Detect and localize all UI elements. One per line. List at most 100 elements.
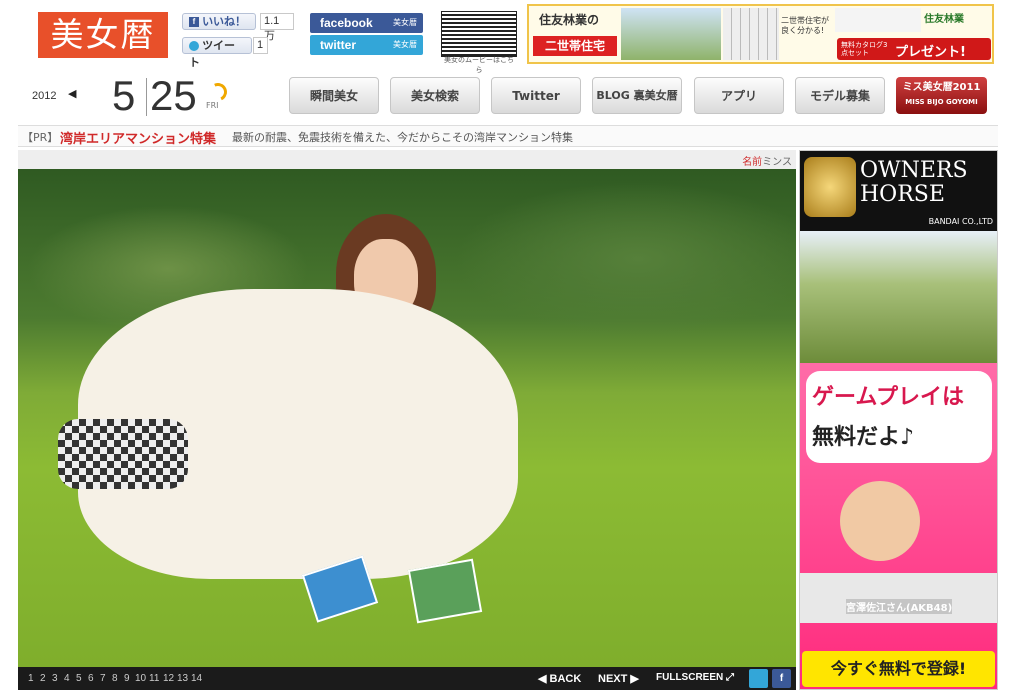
weekday-label: FRI [206,101,219,110]
like-button[interactable]: f いいね！ [182,13,256,30]
page-12[interactable]: 12 [163,673,174,684]
page-13[interactable]: 13 [177,673,188,684]
ad-house-image [621,8,721,60]
photo-skirt [58,419,188,489]
banner-catch2: 無料だよ♪ [812,425,915,450]
top-ad-banner[interactable]: 住友林業の 二世帯住宅 二世帯住宅が良く分かる! 住友林業 無料カタログ3点セッ… [527,4,994,64]
fullscreen-button[interactable]: FULLSCREEN ⤢ [656,672,734,683]
page-8[interactable]: 8 [112,673,118,684]
model-name: 名前ミンス [742,153,792,168]
photo-top-strip: 名前ミンス [18,150,796,169]
site-logo[interactable]: 美女暦 [38,12,168,58]
banner-race-image [800,231,997,363]
like-count: 1.1万 [260,13,294,42]
page-10[interactable]: 10 [135,673,146,684]
ad-present-label: プレゼント! [895,45,966,60]
pr-link[interactable]: 湾岸エリアマンション特集 [60,128,216,147]
nav-twitter[interactable]: Twitter [491,77,581,114]
photo-card-2 [407,558,483,624]
pr-description: 最新の耐震、免震技術を備えた、今だからこその湾岸マンション特集 [232,131,573,144]
ad-floorplan-image [723,8,779,60]
nav-label: Twitter [512,89,560,103]
day-number: 25 [150,72,197,119]
nav-blog[interactable]: BLOG 裏美女暦 [592,77,682,114]
ad-product: 二世帯住宅 [533,36,617,56]
banner-speech-bubble: ゲームプレイは 無料だよ♪ [806,371,992,463]
nav-bijo-search[interactable]: 美女検索 [390,77,480,114]
nav-label: 美女検索 [410,89,459,103]
miss-line2: MISS BIJO GOYOMI [905,98,978,106]
banner-crest-icon [804,157,856,217]
date-divider [146,78,147,116]
banner-catch1: ゲームプレイは [812,385,965,410]
facebook-like-icon: f [189,17,199,28]
banner-brand: OWNERS HORSE [860,159,968,207]
banner-person-body [800,573,997,623]
page-3[interactable]: 3 [52,673,58,684]
ad-catalog-image [835,8,921,32]
next-label: NEXT [598,673,628,685]
next-button[interactable]: NEXT ▶ [598,672,639,685]
banner-brand-line1: OWNERS [860,158,968,183]
next-arrow-icon: ▶ [627,673,639,685]
ad-brand: 住友林業の [539,13,600,27]
fullscreen-label: FULLSCREEN [656,672,724,683]
banner-person-name: 宮澤佐江さん(AKB48) [846,599,953,614]
facebook-sub: 美女暦 [393,18,417,27]
like-label: いいね！ [202,16,247,28]
banner-brand-line2: HORSE [860,182,945,207]
nav-label: モデル募集 [809,89,870,103]
twitter-bird-icon [189,41,199,52]
banner-company: BANDAI CO.,LTD [928,217,993,226]
tweet-count: 1 [253,37,268,54]
photo-viewer[interactable]: 名前ミンス 1 2 3 4 5 6 7 8 9 10 11 12 13 14 ◀… [18,150,796,690]
ad-present-button[interactable]: 無料カタログ3点セット プレゼント! [837,38,991,60]
name-label: 名前 [742,157,763,168]
banner-register-button[interactable]: 今すぐ無料で登録! [802,651,995,687]
facebook-label: facebook [320,16,373,30]
nav-shunkan-bijo[interactable]: 瞬間美女 [289,77,379,114]
banner-header: OWNERS HORSE BANDAI CO.,LTD [800,151,997,231]
twitter-sub: 美女暦 [393,40,417,49]
page-9[interactable]: 9 [124,673,130,684]
banner-pink-area: ゲームプレイは 無料だよ♪ 宮澤佐江さん(AKB48) 今すぐ無料で登録! [800,363,997,689]
miss-bijo-button[interactable]: ミス美女暦2011 MISS BIJO GOYOMI [896,77,987,114]
nav-label: BLOG 裏美女暦 [596,89,678,102]
page-1[interactable]: 1 [28,673,34,684]
share-twitter-icon[interactable] [749,669,768,688]
year-label: 2012 [32,90,57,102]
ad-note: 二世帯住宅が良く分かる! [781,16,829,35]
nav-label: 瞬間美女 [309,89,358,103]
nav-label: アプリ [720,89,757,103]
share-facebook-icon[interactable]: f [772,669,791,688]
twitter-label: twitter [320,38,356,52]
page-7[interactable]: 7 [100,673,106,684]
month-number: 5 [112,72,136,119]
qr-code[interactable] [441,11,517,57]
back-arrow-icon: ◀ [538,673,550,685]
twitter-page-button[interactable]: twitter 美女暦 [310,35,423,55]
nav-app[interactable]: アプリ [694,77,784,114]
pr-tag: 【PR】 [22,131,59,144]
fullscreen-icon: ⤢ [723,672,735,683]
back-button[interactable]: ◀ BACK [538,672,581,685]
ad-catalog-label: 無料カタログ3点セット [841,41,888,57]
page-4[interactable]: 4 [64,673,70,684]
facebook-page-button[interactable]: facebook 美女暦 [310,13,423,33]
miss-line1: ミス美女暦2011 [902,82,981,93]
ad-company: 住友林業 [924,14,964,25]
page-6[interactable]: 6 [88,673,94,684]
banner-person-image [840,481,920,561]
page-14[interactable]: 14 [191,673,202,684]
back-label: BACK [549,673,582,685]
nav-model-recruit[interactable]: モデル募集 [795,77,885,114]
page-11[interactable]: 11 [149,673,159,684]
photo-controls: 1 2 3 4 5 6 7 8 9 10 11 12 13 14 ◀ BACK … [18,667,796,690]
tweet-button[interactable]: ツイート [182,37,252,69]
page-5[interactable]: 5 [76,673,82,684]
page-2[interactable]: 2 [40,673,46,684]
prev-day-arrow-icon[interactable]: ◀ [68,87,76,100]
owners-horse-banner[interactable]: OWNERS HORSE BANDAI CO.,LTD ゲームプレイは 無料だよ… [799,150,998,690]
main-photo[interactable] [18,169,796,667]
qr-caption: 美女のムービーはこちら [444,56,514,74]
